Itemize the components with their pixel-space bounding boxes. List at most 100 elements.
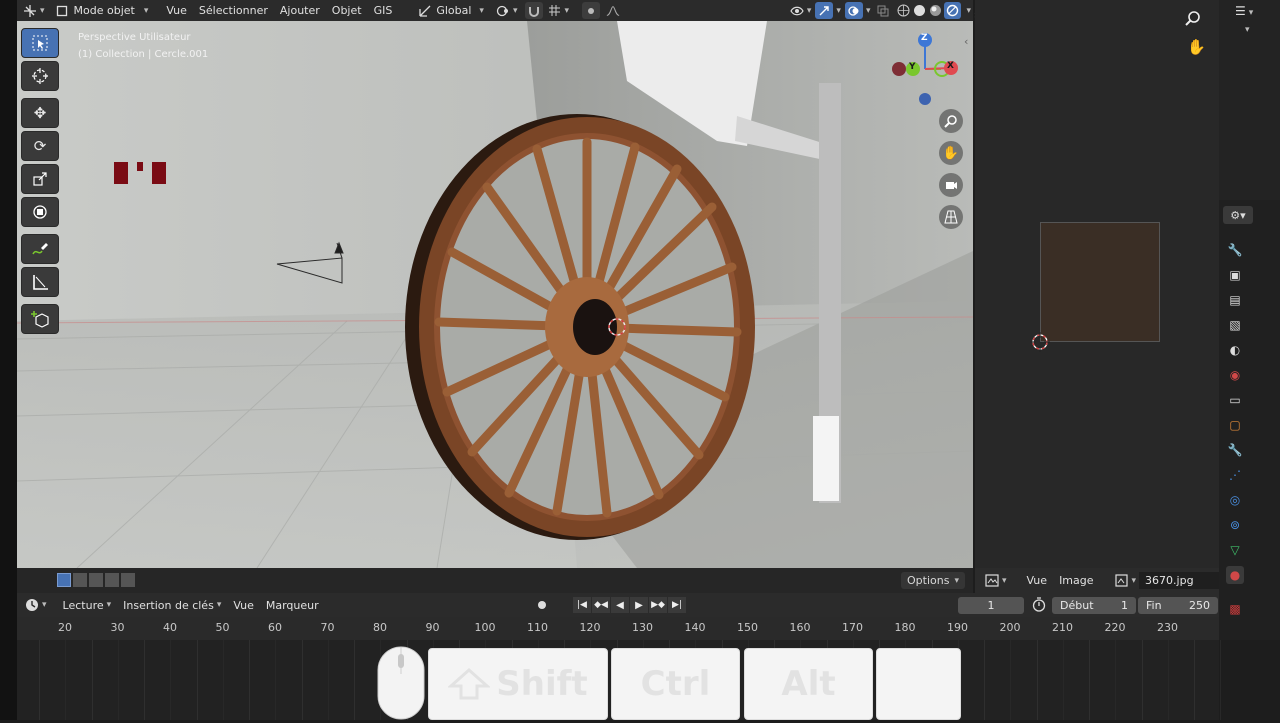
particles-icon[interactable]: ⋰	[1226, 466, 1244, 484]
measure-icon[interactable]	[21, 267, 59, 297]
modifier-wrench-icon[interactable]: 🔧	[1226, 441, 1244, 459]
stopwatch-icon[interactable]	[1032, 597, 1046, 615]
gizmo-toggle[interactable]: ▾	[813, 0, 843, 21]
select-intersect-icon[interactable]	[121, 573, 135, 587]
camera-view-icon[interactable]	[939, 173, 963, 197]
menu-add[interactable]: Ajouter	[274, 0, 326, 21]
outliner-type-button[interactable]: ☰ ▾	[1235, 4, 1253, 18]
select-extend-icon[interactable]	[73, 573, 87, 587]
pivot-select[interactable]: ▾	[490, 0, 524, 21]
outliner-filter-icon[interactable]: ▾	[1245, 25, 1250, 35]
record-button[interactable]	[533, 597, 551, 613]
render-icon[interactable]: ▣	[1226, 266, 1244, 284]
image-name-field[interactable]: 3670.jpg	[1139, 572, 1219, 589]
viewport-header: ▾ Mode objet ▾ Vue Sélectionner Ajouter …	[17, 0, 973, 21]
timeline-ruler[interactable]: 20 30 40 50 60 70 80 90 100 110 120 130 140 150 160 170…	[17, 617, 1219, 640]
jump-keyframe-forward-icon[interactable]: ▶◆	[649, 597, 667, 613]
cursor-icon[interactable]	[21, 61, 59, 91]
track-gridline	[65, 640, 67, 720]
menu-playback[interactable]: Lecture ▾	[57, 595, 118, 616]
alt-key: Alt	[744, 648, 873, 720]
visibility-select[interactable]: ▾	[788, 0, 814, 21]
world-icon[interactable]: ◉	[1226, 366, 1244, 384]
constraints-icon[interactable]: ⊚	[1226, 516, 1244, 534]
overlay-icon	[844, 2, 863, 19]
select-new-icon[interactable]	[57, 573, 71, 587]
material-icon[interactable]: ●	[1226, 566, 1244, 584]
image-editor-panel[interactable]: ✋	[975, 0, 1219, 593]
data-mesh-icon[interactable]: ▽	[1226, 541, 1244, 559]
menu-keying[interactable]: Insertion de clés ▾	[117, 595, 227, 616]
jump-start-icon[interactable]: |◀	[573, 597, 591, 613]
selection-mode-buttons[interactable]	[57, 573, 135, 587]
menu-gis[interactable]: GIS	[368, 0, 399, 21]
play-icon[interactable]: ▶	[630, 597, 648, 613]
snap-toggle[interactable]	[523, 0, 545, 21]
image-menu-image[interactable]: Image	[1053, 570, 1099, 591]
current-frame-field[interactable]: 1	[958, 597, 1024, 614]
jump-keyframe-back-icon[interactable]: ◆◀	[592, 597, 610, 613]
viewport-footer: Options ▾	[17, 568, 973, 593]
annotate-icon[interactable]	[21, 234, 59, 264]
select-box-icon[interactable]	[21, 28, 59, 58]
image-menu-vue[interactable]: Vue	[1021, 570, 1054, 591]
rendered-shading-icon[interactable]	[944, 2, 962, 19]
menu-select[interactable]: Sélectionner	[193, 0, 274, 21]
image-browse-button[interactable]: ▾	[1112, 570, 1140, 591]
perspective-grid-icon[interactable]	[939, 205, 963, 229]
start-frame-field[interactable]: Début 1	[1052, 597, 1136, 614]
object-icon[interactable]: ▢	[1226, 416, 1244, 434]
hand-pan-icon[interactable]: ✋	[1187, 38, 1206, 56]
rotate-icon[interactable]: ⟳	[21, 131, 59, 161]
properties-type-button[interactable]: ⚙▾	[1223, 206, 1253, 224]
select-subtract-icon[interactable]	[89, 573, 103, 587]
zoom-icon[interactable]	[1185, 10, 1201, 30]
add-cube-icon[interactable]	[21, 304, 59, 334]
shading-buttons[interactable]: ▾	[894, 0, 973, 21]
image-editor-type-button[interactable]: ▾	[975, 570, 1011, 591]
navigation-gizmo[interactable]: Z Y X	[887, 33, 962, 108]
options-button[interactable]: Options ▾	[901, 572, 965, 589]
physics-icon[interactable]: ◎	[1226, 491, 1244, 509]
scale-icon[interactable]	[21, 164, 59, 194]
scene-icon[interactable]: ◐	[1226, 341, 1244, 359]
select-invert-icon[interactable]	[105, 573, 119, 587]
snap-grid-icon	[547, 4, 561, 18]
xray-toggle[interactable]	[872, 0, 894, 21]
menu-marker[interactable]: Marqueur	[260, 595, 325, 616]
material-shading-icon[interactable]	[928, 4, 942, 18]
properties-editor: ☰ ▾ ▾ ⚙▾ 🔧 ▣ ▤ ▧ ◐ ◉ ▭ ▢ 🔧 ⋰ ◎ ⊚ ▽ ● ▩	[1219, 0, 1280, 640]
editor-type-button[interactable]: ▾	[17, 0, 51, 21]
collection-icon[interactable]: ▭	[1226, 391, 1244, 409]
texture-icon[interactable]: ▩	[1226, 600, 1244, 618]
zoom-icon[interactable]	[939, 109, 963, 133]
output-icon[interactable]: ▤	[1226, 291, 1244, 309]
view-layer-icon[interactable]: ▧	[1226, 316, 1244, 334]
gizmo-y-label: Y	[909, 62, 916, 72]
menu-vue[interactable]: Vue	[154, 0, 193, 21]
jump-end-icon[interactable]: ▶|	[668, 597, 686, 613]
move-icon[interactable]: ✥	[21, 98, 59, 128]
falloff-select[interactable]	[603, 0, 623, 21]
overlay-toggle[interactable]: ▾	[843, 0, 873, 21]
ruler-tick-label: 190	[947, 621, 968, 634]
menu-timeline-vue[interactable]: Vue	[227, 595, 260, 616]
chevron-down-icon: ▾	[836, 5, 841, 16]
sidebar-toggle-arrow[interactable]: ‹	[964, 35, 968, 48]
tool-settings-icon[interactable]: 🔧	[1226, 241, 1244, 259]
orientation-label: Global	[436, 4, 472, 17]
wireframe-shading-icon[interactable]	[896, 4, 910, 18]
play-reverse-icon[interactable]: ◀	[611, 597, 629, 613]
transform-icon[interactable]	[21, 197, 59, 227]
solid-shading-icon[interactable]	[912, 4, 926, 18]
magnet-icon	[525, 2, 544, 19]
end-frame-field[interactable]: Fin 250	[1138, 597, 1218, 614]
3d-viewport[interactable]: Perspective Utilisateur (1) Collection |…	[17, 21, 973, 568]
mode-select[interactable]: Mode objet ▾	[51, 0, 155, 21]
menu-object[interactable]: Objet	[326, 0, 368, 21]
timeline-editor-type-button[interactable]: ▾	[17, 595, 51, 616]
orientation-select[interactable]: Global ▾	[412, 0, 490, 21]
snap-target-select[interactable]: ▾	[545, 0, 571, 21]
hand-pan-icon[interactable]: ✋	[939, 141, 963, 165]
proportional-edit-toggle[interactable]	[579, 0, 603, 21]
